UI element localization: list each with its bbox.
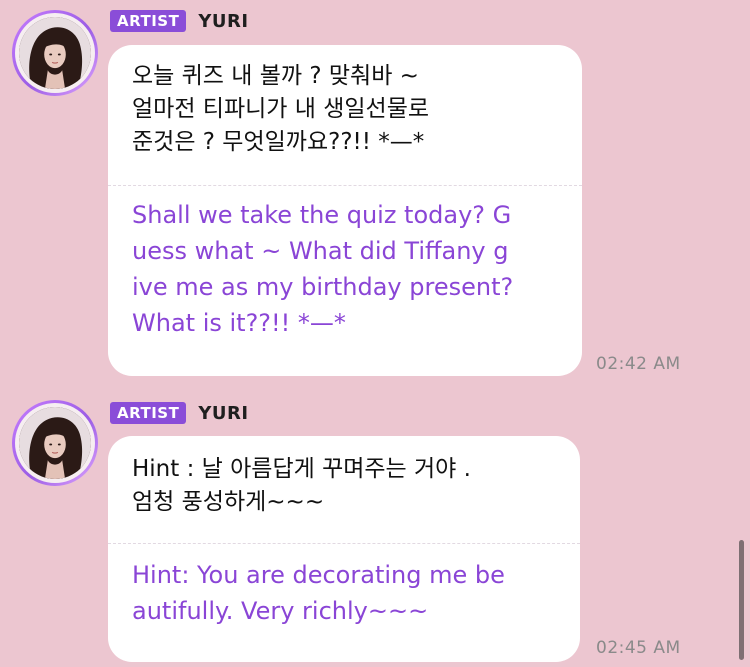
message-time: 02:45 AM: [596, 638, 681, 658]
original-text: Hint : 날 아름답게 꾸며주는 거야 . 엄청 풍성하게~~~: [132, 456, 471, 515]
message-time: 02:42 AM: [596, 354, 681, 374]
username[interactable]: YURI: [198, 11, 248, 32]
artist-badge: ARTIST: [110, 10, 187, 32]
profile-photo-icon: [19, 407, 91, 479]
original-text: 오늘 퀴즈 내 볼까 ? 맞춰바 ~ 얼마전 티파니가 내 생일선물로 준것은 …: [132, 63, 430, 155]
artist-badge: ARTIST: [110, 402, 187, 424]
translated-text: Shall we take the quiz today? G uess wha…: [132, 201, 514, 337]
message-bubble[interactable]: 오늘 퀴즈 내 볼까 ? 맞춰바 ~ 얼마전 티파니가 내 생일선물로 준것은 …: [108, 45, 582, 376]
message-header: ARTIST YURI: [110, 9, 249, 33]
scrollbar[interactable]: [739, 540, 744, 660]
translated-text: Hint: You are decorating me be autifully…: [132, 561, 505, 625]
message-bubble[interactable]: Hint : 날 아름답게 꾸며주는 거야 . 엄청 풍성하게~~~ Hint:…: [108, 436, 580, 662]
avatar[interactable]: [12, 10, 98, 96]
chat-message: ARTIST YURI 오늘 퀴즈 내 볼까 ? 맞춰바 ~ 얼마전 티파니가 …: [0, 0, 750, 380]
profile-photo-icon: [19, 17, 91, 89]
avatar[interactable]: [12, 400, 98, 486]
message-header: ARTIST YURI: [110, 401, 249, 425]
chat-message: ARTIST YURI Hint : 날 아름답게 꾸며주는 거야 . 엄청 풍…: [0, 392, 750, 667]
username[interactable]: YURI: [198, 403, 248, 424]
